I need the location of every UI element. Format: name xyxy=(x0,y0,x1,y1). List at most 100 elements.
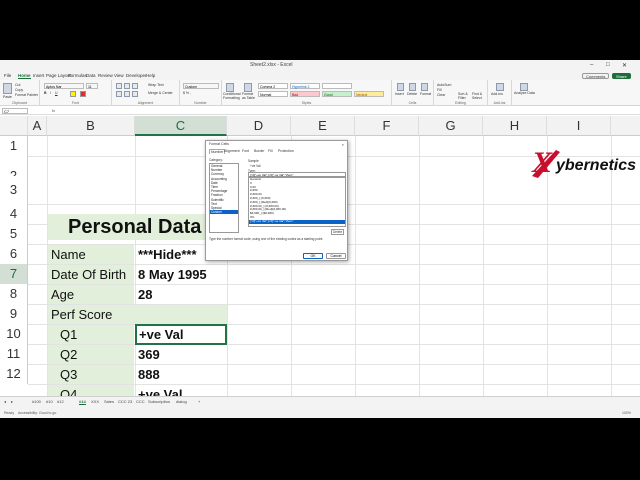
format-cells-button[interactable]: Format xyxy=(420,92,431,96)
status-zoom[interactable]: 100% xyxy=(622,411,631,415)
sort-filter-button[interactable]: Sort & Filter xyxy=(458,92,470,100)
number-format-select[interactable]: Custom xyxy=(183,83,219,89)
label-q3[interactable]: Q3 xyxy=(48,365,134,384)
sheet-tab-subscription[interactable]: Subscription xyxy=(148,399,170,404)
fill-color-icon[interactable] xyxy=(70,91,76,97)
row-header-5[interactable]: 5 xyxy=(0,224,28,244)
format-type-item-selected[interactable]: [>0]"+ve Val";[<0]"-ve Val";"Zero" xyxy=(249,219,345,224)
col-header-i[interactable]: I xyxy=(547,116,611,136)
row-header-7[interactable]: 7 xyxy=(0,264,28,284)
delete-cells-button[interactable]: Delete xyxy=(407,92,417,96)
value-dob[interactable]: 8 May 1995 xyxy=(136,265,227,284)
style-comma2[interactable]: Comma 2 xyxy=(258,83,288,89)
col-header-j[interactable] xyxy=(611,116,640,136)
sheet-tab-dialog[interactable]: dialog xyxy=(176,399,187,404)
align-middle-icon[interactable] xyxy=(124,83,130,89)
label-q1[interactable]: Q1 xyxy=(48,325,134,344)
insert-cells-button[interactable]: Insert xyxy=(395,92,404,96)
addins-icon[interactable] xyxy=(496,83,504,91)
sheet-tab-14[interactable]: #14 xyxy=(79,399,86,405)
sheet-tab-sales[interactable]: Sales xyxy=(104,399,114,404)
close-icon[interactable]: ✕ xyxy=(622,62,627,69)
dialog-tab-font[interactable]: Font xyxy=(242,149,249,153)
style-neutral[interactable]: Neutral xyxy=(354,91,384,97)
autosum-button[interactable]: AutoSum xyxy=(437,83,451,87)
sheet-tab-ccc[interactable]: CCC xyxy=(136,399,145,404)
tab-file[interactable]: File xyxy=(4,73,11,78)
dialog-ok-button[interactable]: OK xyxy=(303,253,323,259)
style-normal[interactable]: Normal xyxy=(258,91,288,97)
dialog-tab-fill[interactable]: Fill xyxy=(268,149,272,153)
value-age[interactable]: 28 xyxy=(136,285,227,304)
tab-view[interactable]: View xyxy=(114,73,124,78)
col-header-g[interactable]: G xyxy=(419,116,483,136)
align-top-icon[interactable] xyxy=(116,83,122,89)
conditional-formatting-button[interactable]: Conditional Formatting xyxy=(223,92,241,100)
fill-button[interactable]: Fill xyxy=(437,88,441,92)
col-header-f[interactable]: F xyxy=(355,116,419,136)
align-bottom-icon[interactable] xyxy=(132,83,138,89)
analyze-data-button[interactable]: Analyze Data xyxy=(514,91,536,96)
addins-button[interactable]: Add-ins xyxy=(491,92,503,96)
tab-formulas[interactable]: Formulas xyxy=(68,73,87,78)
add-sheet-icon[interactable]: + xyxy=(198,399,200,404)
row-header-10[interactable]: 10 xyxy=(0,324,28,344)
dialog-tab-protection[interactable]: Protection xyxy=(278,149,294,153)
insert-cells-icon[interactable] xyxy=(397,83,404,91)
dialog-tab-alignment[interactable]: Alignment xyxy=(224,149,240,153)
category-list[interactable]: General Number Currency Accounting Date … xyxy=(209,163,239,233)
clear-button[interactable]: Clear xyxy=(437,93,445,97)
maximize-icon[interactable]: □ xyxy=(606,62,610,68)
underline-button[interactable]: U xyxy=(55,91,58,95)
format-painter-button[interactable]: Format Painter xyxy=(15,93,38,97)
delete-format-button[interactable]: Delete xyxy=(331,229,345,235)
sheet-tab-10[interactable]: #10 xyxy=(46,399,53,404)
italic-button[interactable]: I xyxy=(50,91,51,95)
sheet-tab-ccc23[interactable]: CCC 23 xyxy=(118,399,132,404)
dialog-tab-border[interactable]: Border xyxy=(254,149,265,153)
style-bad[interactable]: Bad xyxy=(290,91,320,97)
dialog-close-icon[interactable]: × xyxy=(342,142,344,147)
col-header-a[interactable]: A xyxy=(28,116,47,136)
format-cells-icon[interactable] xyxy=(421,83,428,91)
bold-button[interactable]: B xyxy=(44,91,47,95)
format-as-table-button[interactable]: Format as Table xyxy=(242,92,256,100)
row-header-9[interactable]: 9 xyxy=(0,304,28,324)
sheet-nav-next-icon[interactable]: ▸ xyxy=(11,399,13,404)
name-box[interactable]: C7 xyxy=(2,108,28,114)
label-perf-score[interactable]: Perf Score xyxy=(48,305,227,324)
dialog-cancel-button[interactable]: Cancel xyxy=(326,253,346,259)
col-header-h[interactable]: H xyxy=(483,116,547,136)
align-left-icon[interactable] xyxy=(116,91,122,97)
label-q2[interactable]: Q2 xyxy=(48,345,134,364)
format-as-table-icon[interactable] xyxy=(244,83,252,92)
delete-cells-icon[interactable] xyxy=(409,83,416,91)
share-button[interactable]: Share xyxy=(612,73,631,79)
tab-data[interactable]: Data xyxy=(86,73,96,78)
font-color-icon[interactable] xyxy=(80,91,86,97)
analyze-data-icon[interactable] xyxy=(520,83,528,91)
font-name-select[interactable]: Aptos Nar xyxy=(44,83,84,89)
label-age[interactable]: Age xyxy=(48,285,134,304)
currency-button[interactable]: $ % , xyxy=(183,91,191,95)
tab-insert[interactable]: Insert xyxy=(33,73,44,78)
row-header-1[interactable]: 1 xyxy=(0,136,28,156)
find-select-button[interactable]: Find & Select xyxy=(472,92,486,100)
wrap-text-button[interactable]: Wrap Text xyxy=(148,83,164,87)
style-normal-top[interactable] xyxy=(322,83,352,89)
col-header-c[interactable]: C xyxy=(135,116,227,136)
sheet-title-cell[interactable]: Personal Data xyxy=(48,214,227,240)
row-header-4[interactable]: 4 xyxy=(0,204,28,224)
style-hyperlink2[interactable]: Hyperlink 2 xyxy=(290,83,320,89)
sheet-nav-prev-icon[interactable]: ◂ xyxy=(4,399,6,404)
conditional-formatting-icon[interactable] xyxy=(226,83,234,92)
sheet-tab-12[interactable]: #12 xyxy=(57,399,64,404)
sheet-tab-xxx[interactable]: XXX xyxy=(91,399,99,404)
row-header-11[interactable]: 11 xyxy=(0,344,28,364)
copy-button[interactable]: Copy xyxy=(15,88,23,92)
align-right-icon[interactable] xyxy=(132,91,138,97)
col-header-d[interactable]: D xyxy=(227,116,291,136)
label-dob[interactable]: Date Of Birth xyxy=(48,265,134,284)
row-header-6[interactable]: 6 xyxy=(0,244,28,264)
row-header-2[interactable]: 2 xyxy=(0,156,28,183)
